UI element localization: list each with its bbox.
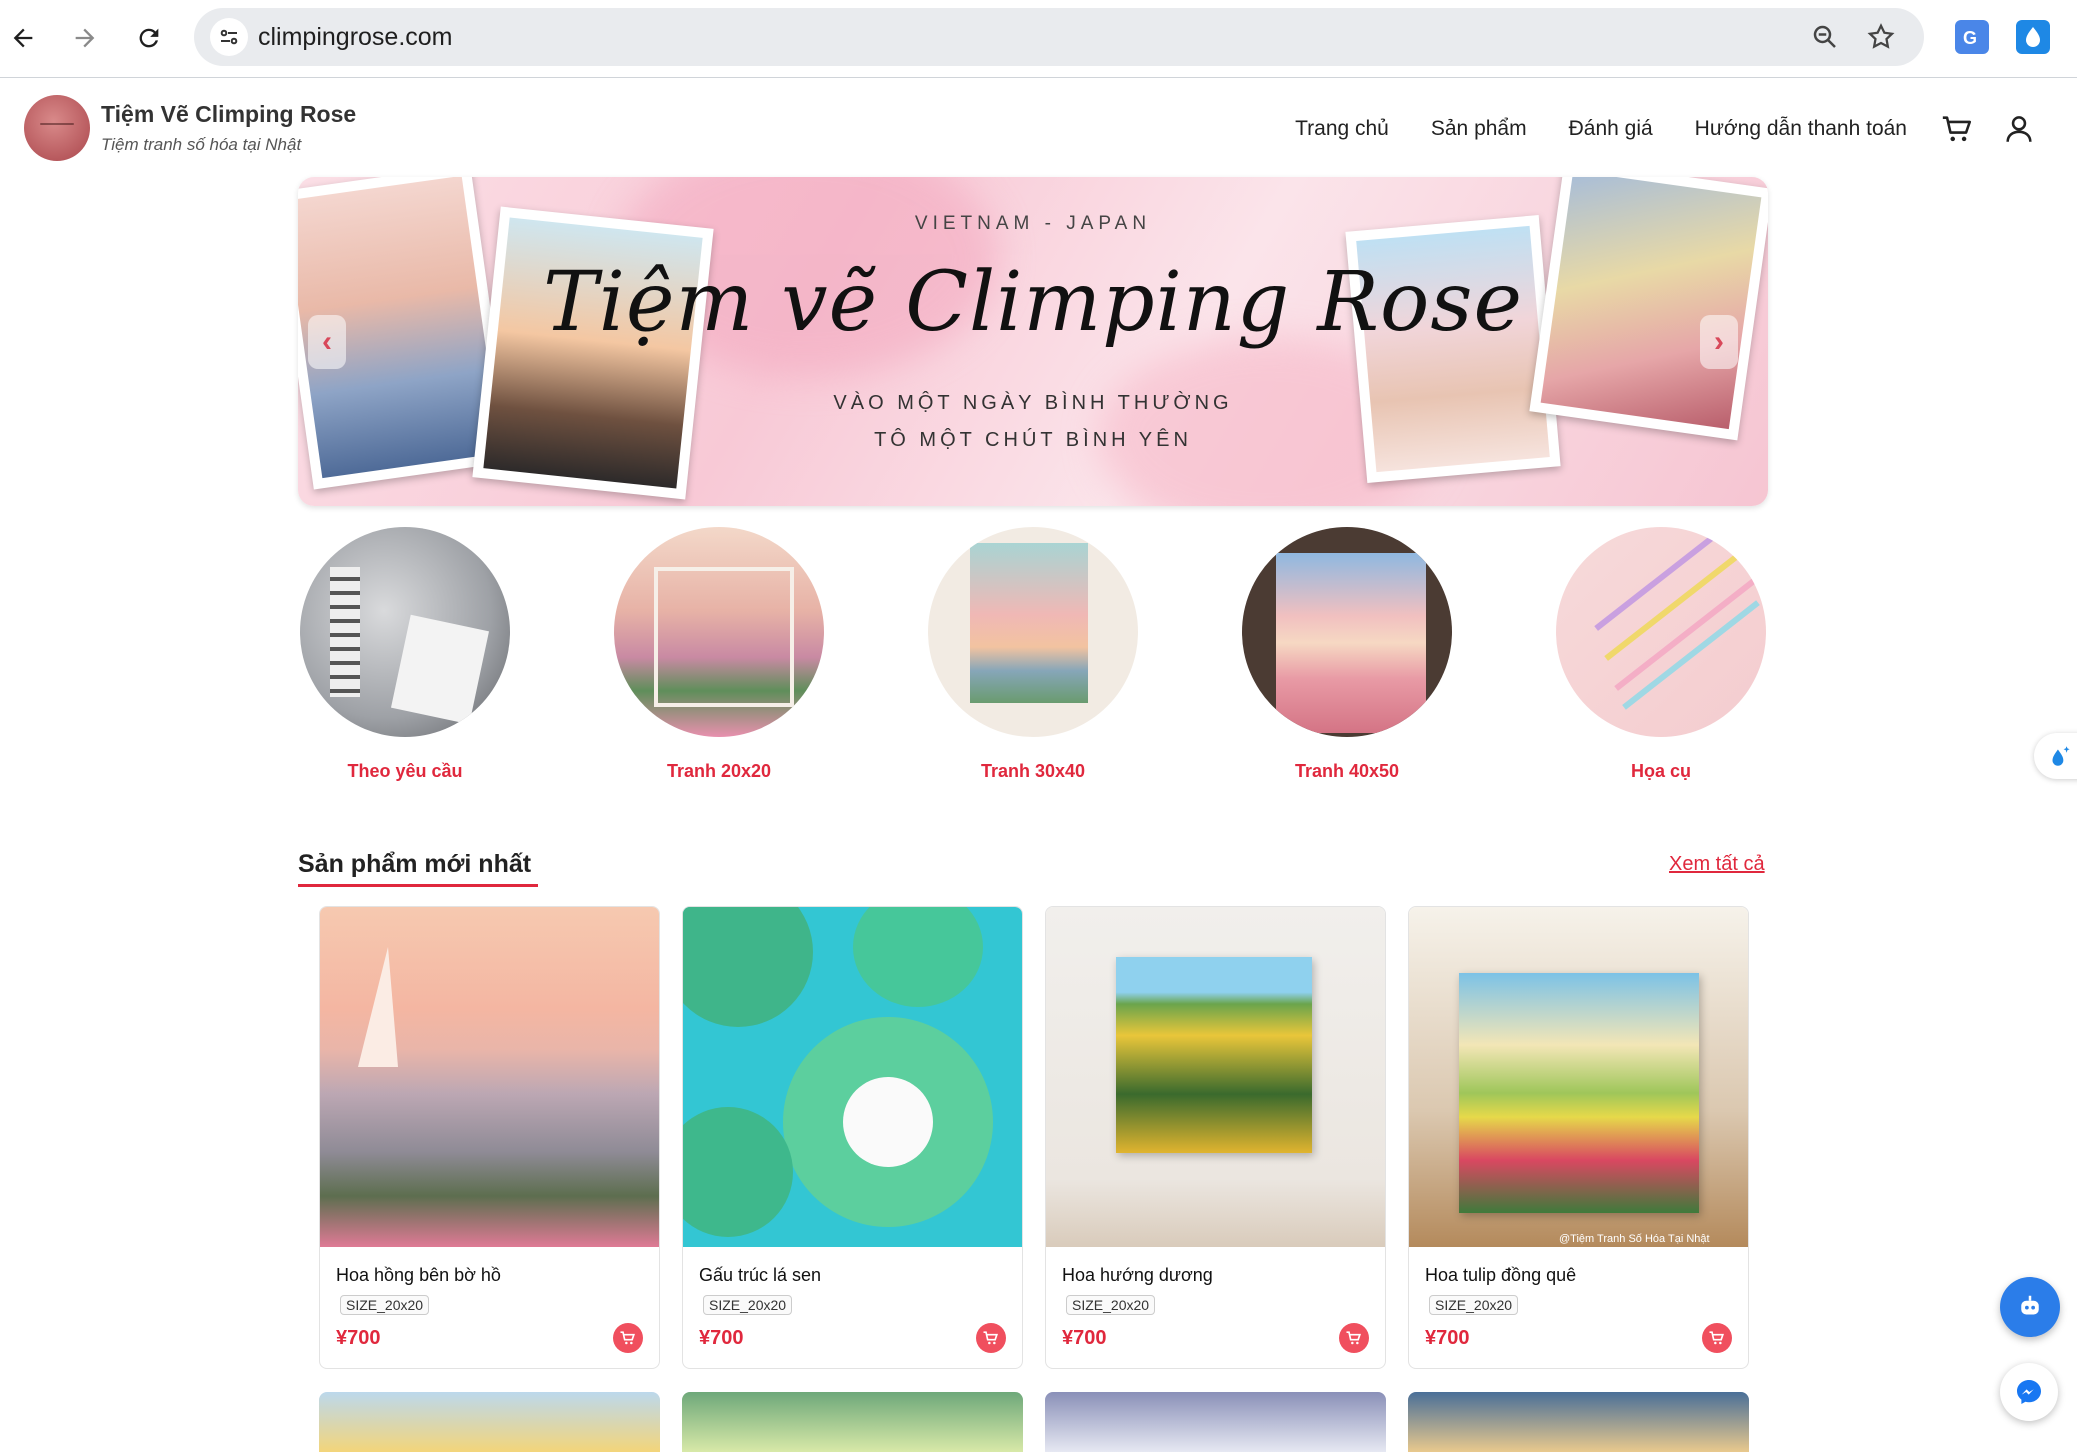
product-watermark: @Tiệm Tranh Số Hóa Tại Nhật bbox=[1559, 1233, 1710, 1245]
forward-arrow-icon[interactable] bbox=[64, 17, 106, 59]
back-arrow-icon[interactable] bbox=[2, 17, 44, 59]
product-image[interactable] bbox=[1408, 1392, 1749, 1452]
product-image[interactable] bbox=[1045, 1392, 1386, 1452]
drop-extension-icon[interactable] bbox=[2016, 20, 2050, 54]
brand-logo[interactable] bbox=[24, 95, 90, 161]
product-name[interactable]: Hoa tulip đồng quê bbox=[1425, 1265, 1576, 1286]
category-list: Theo yêu cầu Tranh 20x20 Tranh 30x40 Tra… bbox=[298, 527, 1768, 797]
category-label: Theo yêu cầu bbox=[347, 761, 463, 781]
main-nav: Trang chủ Sản phẩm Đánh giá Hướng dẫn th… bbox=[1295, 117, 1907, 141]
brand-title[interactable]: Tiệm Vẽ Climping Rose bbox=[101, 101, 356, 128]
product-name[interactable]: Hoa hồng bên bờ hồ bbox=[336, 1265, 501, 1286]
zoom-icon[interactable] bbox=[1810, 22, 1840, 52]
translate-extension-icon[interactable]: G bbox=[1955, 20, 1989, 54]
product-size-tag: SIZE_20x20 bbox=[703, 1295, 793, 1315]
banner-prev-arrow-icon[interactable]: ‹ bbox=[308, 315, 346, 369]
product-image[interactable] bbox=[319, 1392, 660, 1452]
product-image[interactable]: @Tiệm Tranh Số Hóa Tại Nhật bbox=[1409, 907, 1748, 1247]
reload-icon[interactable] bbox=[128, 17, 170, 59]
product-price: ¥700 bbox=[1425, 1327, 1470, 1349]
product-price: ¥700 bbox=[1062, 1327, 1107, 1349]
category-label: Tranh 40x50 bbox=[1294, 761, 1400, 781]
banner-tagline-1: VÀO MỘT NGÀY BÌNH THƯỜNG bbox=[833, 392, 1233, 414]
product-card[interactable]: @Tiệm Tranh Số Hóa Tại Nhật Hoa tulip đồ… bbox=[1408, 906, 1749, 1369]
add-to-cart-icon[interactable] bbox=[1702, 1323, 1732, 1353]
see-all-link[interactable]: Xem tất cả bbox=[1669, 853, 1765, 876]
nav-products[interactable]: Sản phẩm bbox=[1431, 117, 1527, 141]
site-header: Tiệm Vẽ Climping Rose Tiệm tranh số hóa … bbox=[0, 79, 2077, 175]
browser-toolbar: climpingrose.com G bbox=[0, 0, 2077, 78]
product-image[interactable] bbox=[682, 1392, 1023, 1452]
sparkle-drop-icon[interactable] bbox=[2034, 733, 2077, 779]
site-info-icon[interactable] bbox=[210, 18, 248, 56]
banner-photo-father-daughter bbox=[472, 206, 714, 500]
product-price: ¥700 bbox=[336, 1327, 381, 1349]
category-tools[interactable]: Họa cụ bbox=[1554, 527, 1768, 797]
nav-home[interactable]: Trang chủ bbox=[1295, 117, 1389, 141]
product-card[interactable]: Hoa hướng dương SIZE_20x20 ¥700 bbox=[1045, 906, 1386, 1369]
category-image bbox=[300, 527, 510, 737]
category-20x20[interactable]: Tranh 20x20 bbox=[612, 527, 826, 797]
section-title: Sản phẩm mới nhất bbox=[298, 850, 532, 878]
product-image[interactable] bbox=[320, 907, 659, 1247]
category-image bbox=[928, 527, 1138, 737]
product-name[interactable]: Gấu trúc lá sen bbox=[699, 1265, 821, 1286]
product-grid: Hoa hồng bên bờ hồ SIZE_20x20 ¥700 Gấu t… bbox=[319, 906, 1749, 1369]
svg-text:G: G bbox=[1963, 28, 1977, 48]
cart-icon[interactable] bbox=[1940, 112, 1974, 146]
category-image bbox=[1556, 527, 1766, 737]
product-card[interactable]: Gấu trúc lá sen SIZE_20x20 ¥700 bbox=[682, 906, 1023, 1369]
messenger-icon[interactable] bbox=[2000, 1363, 2058, 1421]
product-image[interactable] bbox=[1046, 907, 1385, 1247]
category-custom[interactable]: Theo yêu cầu bbox=[298, 527, 512, 797]
banner-next-arrow-icon[interactable]: › bbox=[1700, 315, 1738, 369]
category-label: Tranh 20x20 bbox=[666, 761, 772, 781]
hero-banner[interactable]: VIETNAM - JAPAN Tiệm vẽ Climping Rose VÀ… bbox=[298, 177, 1768, 506]
product-name[interactable]: Hoa hướng dương bbox=[1062, 1265, 1213, 1286]
product-size-tag: SIZE_20x20 bbox=[340, 1295, 430, 1315]
category-40x50[interactable]: Tranh 40x50 bbox=[1240, 527, 1454, 797]
section-title-underline bbox=[298, 884, 538, 887]
category-label: Tranh 30x40 bbox=[980, 761, 1086, 781]
add-to-cart-icon[interactable] bbox=[1339, 1323, 1369, 1353]
brand-subtitle: Tiệm tranh số hóa tại Nhật bbox=[101, 135, 302, 154]
category-30x40[interactable]: Tranh 30x40 bbox=[926, 527, 1140, 797]
banner-top-text: VIETNAM - JAPAN bbox=[914, 213, 1152, 234]
add-to-cart-icon[interactable] bbox=[976, 1323, 1006, 1353]
product-image[interactable] bbox=[683, 907, 1022, 1247]
nav-payment-guide[interactable]: Hướng dẫn thanh toán bbox=[1695, 117, 1907, 141]
category-image bbox=[1242, 527, 1452, 737]
chatbot-icon[interactable] bbox=[2000, 1277, 2060, 1337]
url-text[interactable]: climpingrose.com bbox=[258, 23, 453, 52]
category-image bbox=[614, 527, 824, 737]
product-card[interactable]: Hoa hồng bên bờ hồ SIZE_20x20 ¥700 bbox=[319, 906, 660, 1369]
add-to-cart-icon[interactable] bbox=[613, 1323, 643, 1353]
banner-tagline-2: TÔ MỘT CHÚT BÌNH YÊN bbox=[874, 429, 1192, 451]
nav-reviews[interactable]: Đánh giá bbox=[1569, 117, 1653, 141]
category-label: Họa cụ bbox=[1630, 761, 1691, 781]
product-size-tag: SIZE_20x20 bbox=[1066, 1295, 1156, 1315]
star-icon[interactable] bbox=[1866, 22, 1896, 52]
product-size-tag: SIZE_20x20 bbox=[1429, 1295, 1519, 1315]
product-price: ¥700 bbox=[699, 1327, 744, 1349]
user-icon[interactable] bbox=[2002, 112, 2036, 146]
banner-title: Tiệm vẽ Climping Rose bbox=[543, 255, 1523, 350]
product-grid-row-2 bbox=[319, 1392, 1749, 1452]
address-bar[interactable]: climpingrose.com bbox=[194, 8, 1924, 66]
